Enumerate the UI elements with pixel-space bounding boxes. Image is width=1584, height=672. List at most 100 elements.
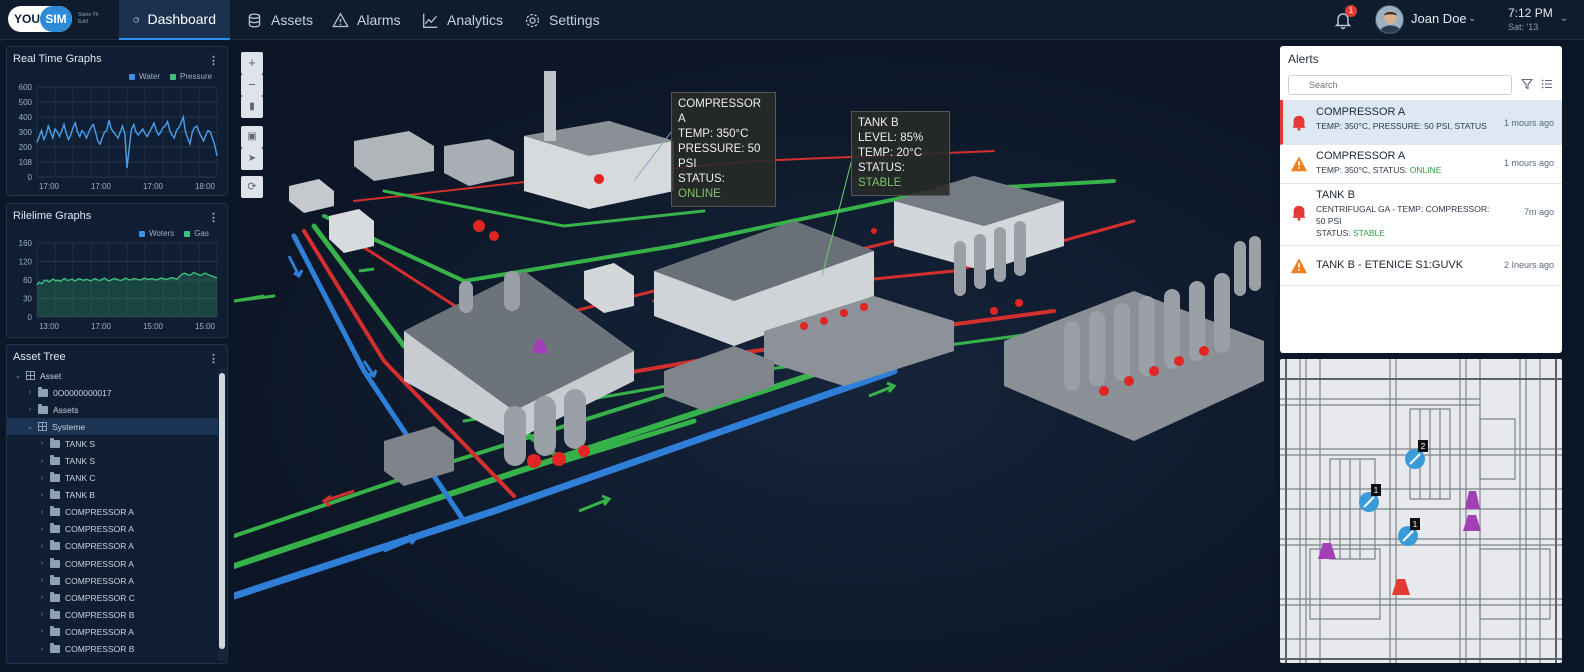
chevron-right-icon[interactable]: ›: [37, 560, 47, 567]
floor-plan-minimap[interactable]: 1 2 1: [1280, 359, 1562, 663]
map-marker-label: 1: [1374, 486, 1379, 495]
chevron-right-icon[interactable]: ›: [37, 611, 47, 618]
alert-item[interactable]: COMPRESSOR A TEMP: 350°C, STATUS: ONLINE…: [1280, 145, 1562, 184]
tree-item-label: TANK B: [65, 490, 96, 501]
tree-item[interactable]: › COMPRESSOR B: [7, 606, 219, 623]
chevron-right-icon[interactable]: ›: [37, 577, 47, 584]
warning-triangle-icon: [1290, 156, 1308, 172]
chevron-right-icon[interactable]: ›: [37, 594, 47, 601]
rotate-icon[interactable]: ⟳: [241, 176, 263, 198]
chevron-right-icon[interactable]: ›: [37, 458, 47, 465]
folder-icon: [38, 386, 48, 397]
floor-plan[interactable]: 1 2 1: [1280, 359, 1562, 663]
ruler-icon[interactable]: ▮: [241, 96, 263, 118]
compressor-a-callout[interactable]: COMPRESSOR A TEMP: 350°C PRESSURE: 50 PS…: [671, 92, 776, 207]
legend-item: Water: [129, 72, 160, 81]
alert-time: 7m ago: [1523, 207, 1554, 217]
nav-assets[interactable]: Assets: [232, 0, 327, 40]
chevron-down-icon[interactable]: ⌄: [13, 372, 23, 380]
tree-item[interactable]: ⌄ Asset: [7, 367, 219, 384]
tree-item[interactable]: › COMPRESSOR A: [7, 555, 219, 572]
tree-item[interactable]: ⌄ Systeme: [7, 418, 219, 436]
zoom-out-icon[interactable]: −: [241, 74, 263, 96]
chevron-right-icon[interactable]: ›: [25, 389, 35, 396]
y-tick-label: 300: [19, 128, 33, 137]
tree-item[interactable]: › COMPRESSOR A: [7, 572, 219, 589]
chevron-right-icon[interactable]: ›: [37, 646, 47, 653]
tree-item[interactable]: › Assets: [7, 401, 219, 418]
legend-item: Pressure: [170, 72, 212, 81]
tree-item-label: Asset: [40, 370, 62, 381]
chevron-right-icon[interactable]: ›: [37, 475, 47, 482]
tree-item[interactable]: › 0O0000000017: [7, 384, 219, 401]
y-tick-label: 120: [19, 258, 33, 267]
folder-icon: [50, 455, 60, 466]
chart-legend: Woters Gas: [139, 229, 209, 238]
alert-detail: TEMP: 350°C, STATUS: ONLINE: [1316, 165, 1442, 175]
realtime-line-chart: 600 500 400 300 200 108 0 17:00 17:00 17:00 18:00: [19, 83, 218, 191]
tree-item[interactable]: › COMPRESSOR A: [7, 504, 219, 521]
layers-icon[interactable]: ▣: [241, 126, 263, 148]
folder-icon: [50, 523, 60, 534]
more-options-icon[interactable]: ⋮: [208, 211, 219, 224]
alert-time: 1 mours ago: [1503, 158, 1554, 168]
tank-b-callout[interactable]: TANK B LEVEL: 85% TEMP: 20°C STATUS: STA…: [851, 111, 950, 196]
chevron-down-icon[interactable]: ⌄: [1560, 13, 1568, 24]
tree-item-label: Systeme: [52, 421, 86, 432]
tree-item[interactable]: › TANK S: [7, 435, 219, 452]
more-options-icon[interactable]: ⋮: [208, 352, 219, 365]
tree-item[interactable]: › COMPRESSOR C: [7, 589, 219, 606]
tree-item[interactable]: › COMPRESSOR A: [7, 623, 219, 640]
chevron-down-icon[interactable]: ⌄: [25, 423, 35, 431]
folder-icon: [50, 591, 60, 602]
nav-analytics[interactable]: Analytics: [408, 0, 517, 40]
tree-scrollbar[interactable]: [218, 369, 226, 661]
user-name[interactable]: Joan Doe: [1411, 11, 1467, 26]
alert-title: TANK B: [1316, 189, 1355, 201]
alert-item[interactable]: COMPRESSOR A TEMP: 350°C, PRESSURE: 50 P…: [1280, 100, 1562, 145]
chevron-right-icon[interactable]: ›: [37, 543, 47, 550]
nav-alarms[interactable]: Alarms: [318, 0, 415, 40]
tree-item[interactable]: › COMPRESSOR A: [7, 538, 219, 555]
pipeline-graphs-panel: Rilelime Graphs ⋮ Woters Gas 160 120 60 30 0…: [6, 203, 228, 338]
tree-item[interactable]: › TANK S: [7, 452, 219, 469]
plant-3d-view[interactable]: COMPRESSOR A TEMP: 350°C PRESSURE: 50 PS…: [234, 41, 1274, 672]
chevron-down-icon[interactable]: ⌄: [1468, 13, 1476, 24]
chevron-right-icon[interactable]: ›: [37, 440, 47, 447]
alerts-search-input[interactable]: [1288, 75, 1512, 95]
nav-label-analytics: Analytics: [447, 12, 504, 28]
tree-item[interactable]: › TANK B: [7, 487, 219, 504]
alert-time: 1 mours ago: [1503, 118, 1554, 128]
chevron-right-icon[interactable]: ›: [37, 509, 47, 516]
nav-dashboard[interactable]: Dashboard: [119, 0, 230, 40]
chevron-right-icon[interactable]: ›: [37, 628, 47, 635]
tree-item[interactable]: › TANK C: [7, 470, 219, 487]
y-tick-label: 60: [23, 276, 32, 285]
more-options-icon[interactable]: ⋮: [208, 54, 219, 67]
avatar[interactable]: [1375, 5, 1404, 34]
chevron-right-icon[interactable]: ›: [37, 492, 47, 499]
tree-item[interactable]: › COMPRESSOR B: [7, 641, 219, 658]
folder-icon: [50, 437, 60, 448]
nav-settings[interactable]: Settings: [510, 0, 614, 40]
chevron-right-icon[interactable]: ›: [37, 526, 47, 533]
nav-label-settings: Settings: [549, 12, 600, 28]
alert-item[interactable]: TANK B CENTRIFUGAL GA - TEMP: COMPRESSOR…: [1280, 184, 1562, 246]
tree-item[interactable]: › COMPRESSOR A: [7, 521, 219, 538]
logo-tagline: Stairs-Yh Enkf: [78, 12, 99, 25]
gear-icon: [525, 13, 540, 27]
chevron-right-icon[interactable]: ›: [25, 406, 35, 413]
database-icon: [248, 12, 261, 28]
cursor-icon[interactable]: ➤: [241, 148, 263, 170]
panel-title: Asset Tree: [13, 351, 66, 363]
alert-item[interactable]: TANK B - ETENICE S1:GUVK 2 Ineurs ago: [1280, 246, 1562, 286]
logo[interactable]: YOU SIM Stairs-Yh Enkf: [8, 6, 104, 34]
list-icon[interactable]: [1541, 78, 1553, 90]
y-tick-label: 0: [28, 313, 33, 322]
alert-title: TANK B - ETENICE S1:GUVK: [1316, 259, 1464, 271]
filter-icon[interactable]: [1521, 78, 1533, 90]
scrollbar-thumb[interactable]: [219, 373, 225, 649]
zoom-in-icon[interactable]: +: [241, 52, 263, 74]
tree-item-label: COMPRESSOR B: [65, 609, 135, 620]
y-tick-label: 200: [19, 143, 33, 152]
